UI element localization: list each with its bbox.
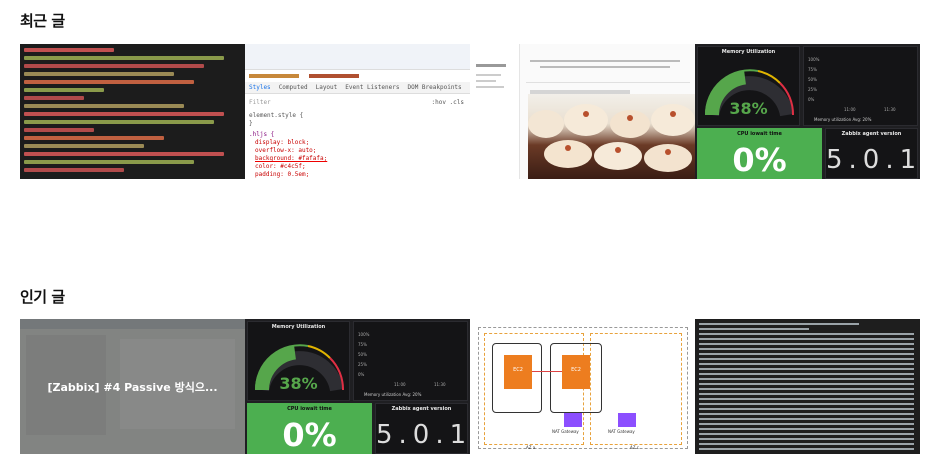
cpu-value: 0% <box>282 416 337 454</box>
code-line: color: #c4c5f; <box>255 163 306 170</box>
gauge-value: 38% <box>279 374 318 393</box>
nat-gateway-icon <box>618 413 636 427</box>
devtools-tab: Event Listeners <box>345 84 400 91</box>
tick-label: 50% <box>808 77 817 82</box>
devtools-thumbnail: Styles Computed Layout Event Listeners D… <box>245 44 470 179</box>
agent-value: 5.0.1 <box>826 145 920 175</box>
nat-label: NAT Gateway <box>608 429 635 434</box>
devtools-tab: Computed <box>278 84 308 91</box>
nat-gateway-icon <box>564 413 582 427</box>
tick-label: 25% <box>808 87 817 92</box>
ec2-label: EC2 <box>571 367 581 373</box>
gauge-value: 38% <box>729 99 768 118</box>
tick-label: 0% <box>358 372 365 377</box>
tick-label: 50% <box>358 352 367 357</box>
recent-post-card-1[interactable] <box>20 44 245 179</box>
code-line: overflow-x: auto; <box>255 147 317 154</box>
memory-line-panel: 100% 75% 50% 25% 0% 11:00 11:30 Memory u… <box>353 321 468 401</box>
time-label: 11:30 <box>884 107 896 112</box>
card-overlay: [Zabbix] #4 Passive 방식으... <box>20 319 245 454</box>
popular-post-card-3[interactable]: EC2 EC2 NAT Gateway NAT Gateway AZ a AZ … <box>470 319 695 454</box>
code-line: padding: 0.5em; <box>255 171 310 178</box>
az-label: AZ c <box>630 445 639 450</box>
nat-label: NAT Gateway <box>552 429 579 434</box>
devtools-hov: :hov .cls <box>431 98 464 106</box>
terminal-thumbnail <box>20 44 245 179</box>
tick-label: 75% <box>808 67 817 72</box>
time-label: 11:00 <box>394 382 406 387</box>
memory-panel: Memory Utilization 38% <box>247 321 350 401</box>
panel-title: CPU iowait time <box>737 131 782 137</box>
cupcake-image <box>528 94 695 179</box>
devtools-tab: Layout <box>315 84 338 91</box>
az-label: AZ a <box>526 445 536 450</box>
popular-post-card-2[interactable]: Memory Utilization 38% 100% 75% 50% 25% … <box>245 319 470 454</box>
time-label: 11:30 <box>434 382 446 387</box>
legend: Memory utilization Avg: 20% <box>364 392 422 397</box>
tick-label: 100% <box>358 332 370 337</box>
tick-label: 0% <box>808 97 815 102</box>
ec2-label: EC2 <box>513 367 523 373</box>
devtools-tab: DOM Breakpoints <box>407 84 462 91</box>
devtools-tab: Styles <box>249 84 271 91</box>
memory-line-panel: 100% 75% 50% 25% 0% 11:00 11:30 Memory u… <box>803 46 918 126</box>
recent-post-card-3[interactable] <box>470 44 695 179</box>
cpu-panel: CPU iowait time 0% <box>247 403 372 454</box>
tick-label: 75% <box>358 342 367 347</box>
code-line: .hljs { <box>249 131 275 138</box>
panel-title: CPU iowait time <box>287 406 332 412</box>
popular-posts-title: 인기 글 <box>20 288 65 306</box>
cpu-value: 0% <box>732 141 787 179</box>
recent-posts-grid: Styles Computed Layout Event Listeners D… <box>20 44 920 179</box>
ec2-icon: EC2 <box>504 355 532 389</box>
popular-post-card-1[interactable]: [Zabbix] #4 Passive 방식으... <box>20 319 245 454</box>
agent-panel: Zabbix agent version 5.0.1 <box>375 403 468 454</box>
code-line: element.style { <box>249 112 304 119</box>
panel-title: Zabbix agent version <box>391 406 452 412</box>
popular-post-card-4[interactable] <box>695 319 920 454</box>
agent-value: 5.0.1 <box>376 420 470 450</box>
grafana-thumbnail: Memory Utilization 38% 100% 75% 50% 25% … <box>245 319 470 454</box>
grafana-thumbnail: Memory Utilization 38% 100% 75% 50% 25% … <box>695 44 920 179</box>
code-thumbnail <box>695 319 920 454</box>
code-text-block <box>699 323 914 450</box>
tick-label: 25% <box>358 362 367 367</box>
recent-post-card-4[interactable]: Memory Utilization 38% 100% 75% 50% 25% … <box>695 44 920 179</box>
aws-diagram-thumbnail: EC2 EC2 NAT Gateway NAT Gateway AZ a AZ … <box>470 319 695 454</box>
recent-posts-title: 최근 글 <box>20 12 65 30</box>
cpu-panel: CPU iowait time 0% <box>697 128 822 179</box>
agent-panel: Zabbix agent version 5.0.1 <box>825 128 918 179</box>
panel-title: Zabbix agent version <box>841 131 902 137</box>
legend: Memory utilization Avg: 20% <box>814 117 872 122</box>
ec2-icon: EC2 <box>562 355 590 389</box>
blog-page-thumbnail <box>470 44 695 179</box>
popular-posts-grid: [Zabbix] #4 Passive 방식으... Memory Utiliz… <box>20 319 920 454</box>
recent-post-card-2[interactable]: Styles Computed Layout Event Listeners D… <box>245 44 470 179</box>
devtools-filter: Filter <box>249 98 271 106</box>
code-line: display: block; <box>255 139 310 146</box>
memory-panel: Memory Utilization 38% <box>697 46 800 126</box>
code-line: background: #fafafa; <box>255 155 328 162</box>
time-label: 11:00 <box>844 107 856 112</box>
tick-label: 100% <box>808 57 820 62</box>
code-line: } <box>249 120 253 127</box>
card-title[interactable]: [Zabbix] #4 Passive 방식으... <box>47 379 217 395</box>
